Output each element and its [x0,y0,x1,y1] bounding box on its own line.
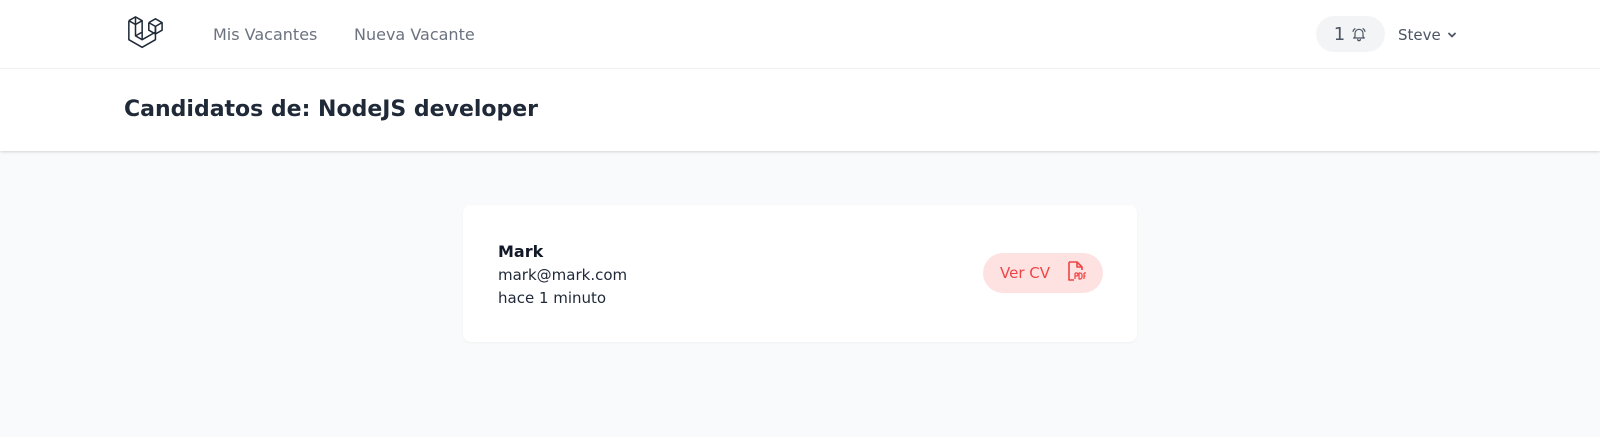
candidate-card: Mark mark@mark.com hace 1 minuto Ver CV [463,205,1137,342]
pdf-file-icon [1066,260,1086,286]
candidate-applied-time: hace 1 minuto [498,289,607,307]
view-cv-label: Ver CV [1000,264,1050,282]
user-name: Steve [1398,26,1441,44]
nav-link-nueva-vacante[interactable]: Nueva Vacante [354,25,475,45]
chevron-down-icon [1447,26,1457,44]
laravel-logo-icon[interactable] [125,14,165,54]
page-header: Candidatos de: NodeJS developer [0,69,1600,151]
top-navigation: Mis Vacantes Nueva Vacante 1 Steve [0,0,1600,69]
user-menu[interactable]: Steve [1398,24,1457,46]
nav-link-mis-vacantes[interactable]: Mis Vacantes [213,25,317,45]
notifications-button[interactable]: 1 [1316,16,1385,52]
candidate-email: mark@mark.com [498,266,628,284]
candidate-name: Mark [498,242,544,261]
page-title: Candidatos de: NodeJS developer [124,97,539,122]
view-cv-button[interactable]: Ver CV [983,253,1103,293]
bell-icon [1351,26,1367,42]
notifications-count: 1 [1333,23,1346,45]
